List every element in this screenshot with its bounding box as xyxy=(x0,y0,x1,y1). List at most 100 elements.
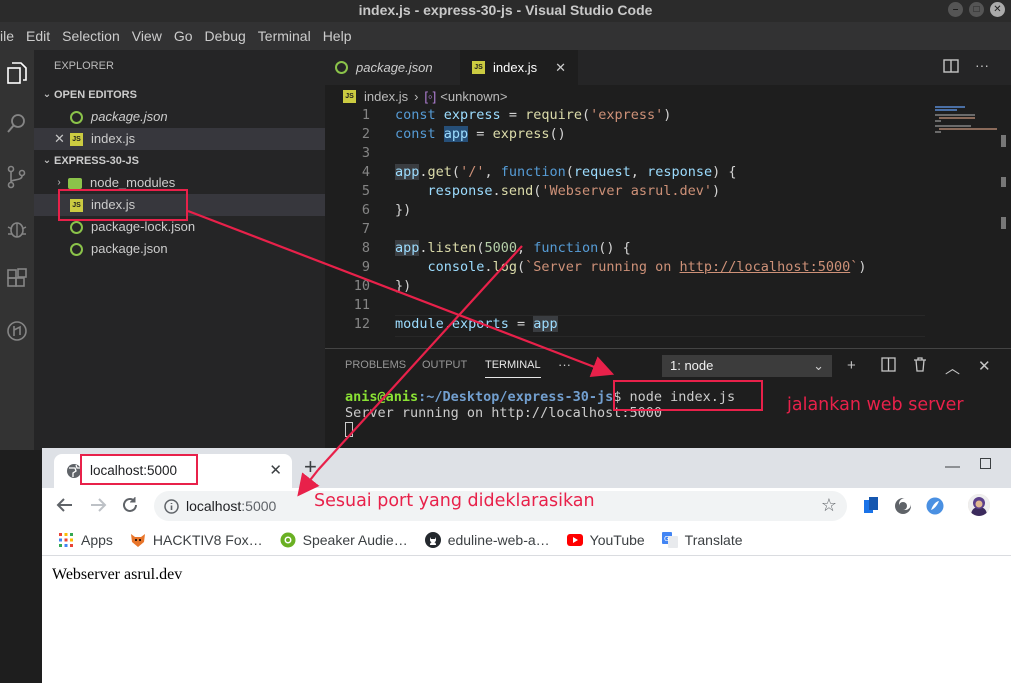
reload-icon[interactable] xyxy=(121,496,139,519)
line-number: 12 xyxy=(353,316,370,332)
trash-icon[interactable] xyxy=(913,357,927,376)
json-file-icon xyxy=(70,110,83,124)
code-line: module.exports = app xyxy=(395,316,558,332)
bookmark-apps[interactable]: Apps xyxy=(58,532,113,548)
menu-terminal[interactable]: Terminal xyxy=(252,28,317,44)
explorer-icon[interactable] xyxy=(0,56,34,90)
extension-icon[interactable] xyxy=(864,497,878,514)
menu-help[interactable]: Help xyxy=(317,28,358,44)
forward-arrow-icon[interactable] xyxy=(89,496,107,519)
tab-problems[interactable]: PROBLEMS xyxy=(345,359,406,371)
chevron-down-icon: ⌄ xyxy=(42,89,52,100)
editor-tabs: package.json JS index.js ✕ ··· xyxy=(325,50,1011,85)
split-editor-icon[interactable] xyxy=(943,58,959,79)
code-line: }) xyxy=(395,278,412,294)
window-title: index.js - express-30-js - Visual Studio… xyxy=(358,2,653,18)
minimize-button[interactable]: – xyxy=(948,2,963,17)
extensions-icon[interactable] xyxy=(0,262,34,296)
breadcrumb-symbol[interactable]: <unknown> xyxy=(440,89,507,104)
chevron-down-icon: ⌄ xyxy=(42,155,52,166)
line-number: 1 xyxy=(361,107,370,123)
new-terminal-icon[interactable]: + xyxy=(847,357,856,374)
js-file-icon: JS xyxy=(70,132,83,146)
apps-grid-icon xyxy=(58,532,74,548)
code-editor[interactable]: 1 2 3 4 5 6 7 8 9 10 11 12 const express… xyxy=(325,107,1011,347)
menu-go[interactable]: Go xyxy=(168,28,199,44)
code-line: const app = express() xyxy=(395,126,566,142)
close-window-button[interactable]: ✕ xyxy=(990,2,1005,17)
json-file-icon xyxy=(70,242,83,256)
close-tab-icon[interactable]: ✕ xyxy=(269,461,282,479)
open-editors-section[interactable]: ⌄ OPEN EDITORS xyxy=(34,84,325,106)
close-icon[interactable]: ✕ xyxy=(978,357,991,375)
minimize-button[interactable]: — xyxy=(945,458,960,475)
chevron-up-icon[interactable]: ︿ xyxy=(945,357,960,378)
svg-text:G: G xyxy=(664,535,669,543)
remote-icon[interactable] xyxy=(0,314,34,348)
project-section[interactable]: ⌄ EXPRESS-30-JS xyxy=(34,150,325,172)
menu-edit[interactable]: Edit xyxy=(20,28,56,44)
code-line: app.get('/', function(request, response)… xyxy=(395,164,737,180)
url-host: localhost xyxy=(186,498,242,514)
explorer-sidebar: EXPLORER ⌄ OPEN EDITORS package.json ✕ J… xyxy=(34,50,325,450)
line-number: 2 xyxy=(361,126,370,142)
close-icon[interactable]: ✕ xyxy=(54,128,70,150)
code-line: console.log(`Server running on http://lo… xyxy=(427,259,867,275)
tab-terminal[interactable]: TERMINAL xyxy=(485,359,541,378)
window-titlebar: index.js - express-30-js - Visual Studio… xyxy=(0,0,1011,22)
bookmark-youtube[interactable]: YouTube xyxy=(566,532,645,548)
line-number: 9 xyxy=(361,259,370,275)
line-number: 6 xyxy=(361,202,370,218)
close-icon[interactable]: ✕ xyxy=(555,50,566,85)
more-actions-icon[interactable]: ··· xyxy=(975,57,989,73)
annotation-box-browser-tab xyxy=(80,454,198,485)
bookmark-star-icon[interactable]: ☆ xyxy=(821,495,837,516)
code-line: const express = require('express') xyxy=(395,107,672,123)
youtube-icon xyxy=(566,532,583,548)
menu-selection[interactable]: Selection xyxy=(56,28,126,44)
breadcrumb-file[interactable]: index.js xyxy=(364,89,408,104)
code-line: response.send('Webserver asrul.dev') xyxy=(427,183,721,199)
chevron-right-icon: › xyxy=(414,88,419,104)
line-number: 5 xyxy=(361,183,370,199)
bookmark-eduline[interactable]: eduline-web-a… xyxy=(424,531,550,548)
js-file-icon: JS xyxy=(472,61,485,74)
menu-view[interactable]: View xyxy=(126,28,168,44)
minimap[interactable] xyxy=(930,105,1000,135)
url-port: :5000 xyxy=(241,498,277,514)
menu-file[interactable]: ile xyxy=(0,28,20,44)
search-icon[interactable] xyxy=(0,106,34,140)
dark-mode-extension-icon[interactable] xyxy=(894,497,912,520)
bookmark-hacktiv8[interactable]: HACKTIV8 Fox… xyxy=(130,532,263,548)
back-arrow-icon[interactable] xyxy=(56,496,74,519)
split-terminal-icon[interactable] xyxy=(881,357,896,376)
bookmarks-bar: Apps HACKTIV8 Fox… Speaker Audie… edulin… xyxy=(42,524,1011,556)
bookmark-speaker-audience[interactable]: Speaker Audie… xyxy=(280,532,408,548)
json-file-icon xyxy=(335,61,348,74)
feather-extension-icon[interactable] xyxy=(926,497,944,520)
tree-item-package-json[interactable]: package.json xyxy=(34,238,325,260)
new-tab-button[interactable]: + xyxy=(304,454,317,480)
annotation-box-terminal-command xyxy=(613,380,763,411)
terminal-select[interactable]: 1: node ⌄ xyxy=(662,355,832,377)
more-tabs-icon[interactable]: ··· xyxy=(558,357,571,372)
maximize-button[interactable]: □ xyxy=(969,2,984,17)
line-number: 8 xyxy=(361,240,370,256)
tab-package-json[interactable]: package.json xyxy=(335,50,460,85)
bookmark-translate[interactable]: G Translate xyxy=(661,531,743,548)
code-line: app.listen(5000, function() { xyxy=(395,240,631,256)
breadcrumb: JS index.js › [◦] <unknown> xyxy=(325,85,1011,107)
debug-icon[interactable] xyxy=(0,212,34,246)
tab-index-js[interactable]: JS index.js ✕ xyxy=(460,50,578,85)
open-editor-package-json[interactable]: package.json xyxy=(34,106,325,128)
open-editor-index-js[interactable]: ✕ JS index.js xyxy=(34,128,325,150)
speaker-icon xyxy=(280,532,296,548)
editor-scrollbar[interactable] xyxy=(997,107,1011,347)
profile-avatar[interactable] xyxy=(968,494,990,516)
menu-debug[interactable]: Debug xyxy=(199,28,252,44)
info-icon[interactable] xyxy=(164,499,179,519)
maximize-button[interactable] xyxy=(980,458,991,469)
annotation-label-port: Sesuai port yang dideklarasikan xyxy=(314,491,595,511)
source-control-icon[interactable] xyxy=(0,160,34,194)
tab-output[interactable]: OUTPUT xyxy=(422,359,467,371)
